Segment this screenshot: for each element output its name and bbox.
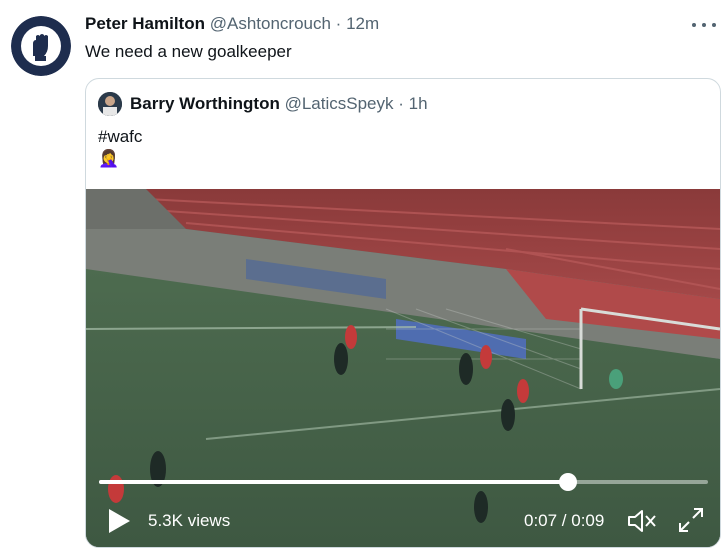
tweet-header: Peter Hamilton @Ashtoncrouch · 12m [85,14,379,34]
facepalm-emoji: 🤦‍♀️ [98,149,120,168]
quoted-tweet-text: #wafc 🤦‍♀️ [98,126,142,170]
avatar-photo-icon [98,92,122,116]
video-scrubber-handle[interactable] [558,473,577,491]
tweet-text: We need a new goalkeeper [85,42,292,61]
play-icon[interactable] [106,507,132,535]
video-frame-football-pitch [86,189,720,547]
video-view-count: 5.3K views [148,511,231,530]
quoted-author-handle[interactable]: @LaticsSpeyk [285,94,394,113]
video-progress-bar[interactable] [99,473,708,491]
author-handle[interactable]: @Ashtoncrouch [210,14,331,33]
author-name[interactable]: Peter Hamilton [85,14,205,33]
more-options-button[interactable] [692,20,716,30]
hashtag-link[interactable]: #wafc [98,126,142,148]
more-dot [702,23,706,27]
tweet-timestamp[interactable]: 12m [346,14,379,33]
author-avatar[interactable] [11,16,71,76]
header-separator: · [335,14,342,33]
volume-muted-icon[interactable] [626,507,658,535]
keep-the-faith-badge-icon [11,16,71,76]
fullscreen-icon[interactable] [678,507,704,533]
more-horizontal-icon [692,23,696,27]
quoted-tweet-card[interactable]: Barry Worthington @LaticsSpeyk · 1h #waf… [85,78,721,548]
quoted-tweet-header: Barry Worthington @LaticsSpeyk · 1h [130,94,428,114]
more-dot [712,23,716,27]
quoted-header-separator: · [398,94,404,113]
quoted-author-name[interactable]: Barry Worthington [130,94,280,113]
video-progress-fill [99,480,568,484]
quoted-author-avatar[interactable] [98,92,122,116]
video-time-display: 0:07 / 0:09 [524,511,605,530]
video-player[interactable]: 5.3K views 0:07 / 0:09 [86,189,720,547]
quoted-tweet-timestamp[interactable]: 1h [409,94,428,113]
